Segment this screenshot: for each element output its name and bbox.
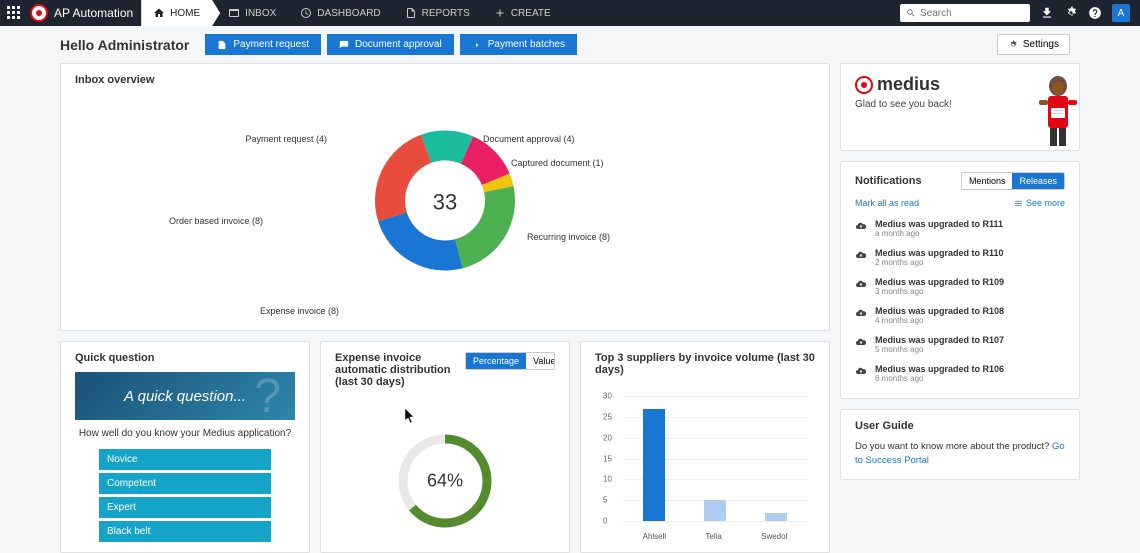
greeting-text: Hello Administrator [60, 37, 189, 53]
cloud-upload-icon [855, 336, 867, 348]
question-banner: A quick question... [75, 372, 295, 420]
quick-question-card: Quick question A quick question... How w… [60, 341, 310, 553]
cloud-upload-icon [855, 278, 867, 290]
bar-swedol [765, 513, 787, 521]
y-axis-tick: 30 [603, 392, 612, 401]
welcome-card: medius Glad to see you back! [840, 63, 1080, 151]
notif-tab-mentions[interactable]: Mentions [962, 173, 1013, 189]
search-field[interactable] [920, 8, 1024, 19]
brand-logo-icon [30, 4, 48, 22]
nav-home[interactable]: HOME [141, 0, 220, 26]
nav-reports[interactable]: REPORTS [393, 0, 482, 26]
donut-segment-label: Order based invoice (8) [169, 216, 263, 226]
document-approval-button[interactable]: Document approval [327, 34, 454, 55]
answer-black-belt[interactable]: Black belt [99, 521, 271, 542]
cloud-upload-icon [855, 365, 867, 377]
dist-toggle-percentage[interactable]: Percentage [466, 353, 526, 369]
answer-novice[interactable]: Novice [99, 449, 271, 470]
cloud-upload-icon [855, 307, 867, 319]
donut-total: 33 [433, 189, 457, 215]
notif-tab-releases[interactable]: Releases [1012, 173, 1064, 189]
card-title: User Guide [855, 420, 1065, 432]
dist-toggle-value[interactable]: Value [526, 353, 555, 369]
answer-competent[interactable]: Competent [99, 473, 271, 494]
apps-grid-icon[interactable] [0, 6, 28, 20]
notification-item[interactable]: Medius was upgraded to R1093 months ago [855, 272, 1065, 301]
user-avatar[interactable]: A [1112, 4, 1130, 22]
donut-segment-label: Expense invoice (8) [260, 306, 339, 316]
person-illustration [1033, 74, 1080, 146]
user-guide-text: Do you want to know more about the produ… [855, 440, 1065, 469]
cloud-upload-icon [855, 249, 867, 261]
download-icon[interactable] [1040, 6, 1054, 20]
x-axis-label: Swedol [761, 532, 787, 541]
gear-icon[interactable] [1064, 6, 1078, 20]
card-title: Quick question [75, 352, 295, 364]
y-axis-tick: 25 [603, 412, 612, 421]
notification-item[interactable]: Medius was upgraded to R1066 months ago [855, 359, 1065, 388]
expense-distribution-card: Expense invoice automatic distribution (… [320, 341, 570, 553]
settings-button[interactable]: Settings [997, 34, 1070, 55]
gauge-value: 64% [427, 471, 463, 492]
card-title: Expense invoice automatic distribution (… [335, 352, 465, 388]
donut-segment-label: Document approval (4) [483, 134, 575, 144]
payment-batches-button[interactable]: Payment batches [460, 34, 577, 55]
nav-dashboard[interactable]: DASHBOARD [288, 0, 392, 26]
see-more-link[interactable]: See more [1014, 198, 1065, 208]
donut-segment-label: Captured document (1) [511, 158, 604, 168]
y-axis-tick: 0 [603, 517, 607, 526]
y-axis-tick: 20 [603, 433, 612, 442]
app-title: AP Automation [54, 6, 133, 20]
x-axis-label: Ahlsell [643, 532, 667, 541]
notification-item[interactable]: Medius was upgraded to R1075 months ago [855, 330, 1065, 359]
card-title: Notifications [855, 175, 922, 187]
bar-telia [704, 500, 726, 521]
user-guide-card: User Guide Do you want to know more abou… [840, 409, 1080, 480]
suppliers-bar-chart: 302520151050AhlsellTeliaSwedol [595, 396, 815, 541]
notification-item[interactable]: Medius was upgraded to R1084 months ago [855, 301, 1065, 330]
x-axis-label: Telia [705, 532, 721, 541]
inbox-overview-card: Inbox overview 33 Payment request (4) Doc… [60, 63, 830, 331]
donut-segment-label: Payment request (4) [245, 134, 327, 144]
y-axis-tick: 5 [603, 496, 607, 505]
card-title: Top 3 suppliers by invoice volume (last … [595, 352, 815, 376]
notifications-card: Notifications MentionsReleases Mark all … [840, 161, 1080, 399]
donut-segment-label: Recurring invoice (8) [527, 232, 610, 242]
y-axis-tick: 15 [603, 454, 612, 463]
question-text: How well do you know your Medius applica… [75, 428, 295, 439]
nav-create[interactable]: CREATE [482, 0, 563, 26]
answer-expert[interactable]: Expert [99, 497, 271, 518]
notification-item[interactable]: Medius was upgraded to R111a month ago [855, 214, 1065, 243]
search-input[interactable] [900, 4, 1030, 22]
nav-inbox[interactable]: INBOX [216, 0, 288, 26]
mark-all-read-link[interactable]: Mark all as read [855, 198, 919, 208]
brand-logo-icon [855, 76, 873, 94]
help-icon[interactable] [1088, 6, 1102, 20]
payment-request-button[interactable]: Payment request [205, 34, 321, 55]
brand-name: medius [877, 74, 940, 95]
bar-ahlsell [643, 409, 665, 522]
y-axis-tick: 10 [603, 475, 612, 484]
card-title: Inbox overview [75, 74, 815, 86]
notification-item[interactable]: Medius was upgraded to R1102 months ago [855, 243, 1065, 272]
top-suppliers-card: Top 3 suppliers by invoice volume (last … [580, 341, 830, 553]
cloud-upload-icon [855, 220, 867, 232]
